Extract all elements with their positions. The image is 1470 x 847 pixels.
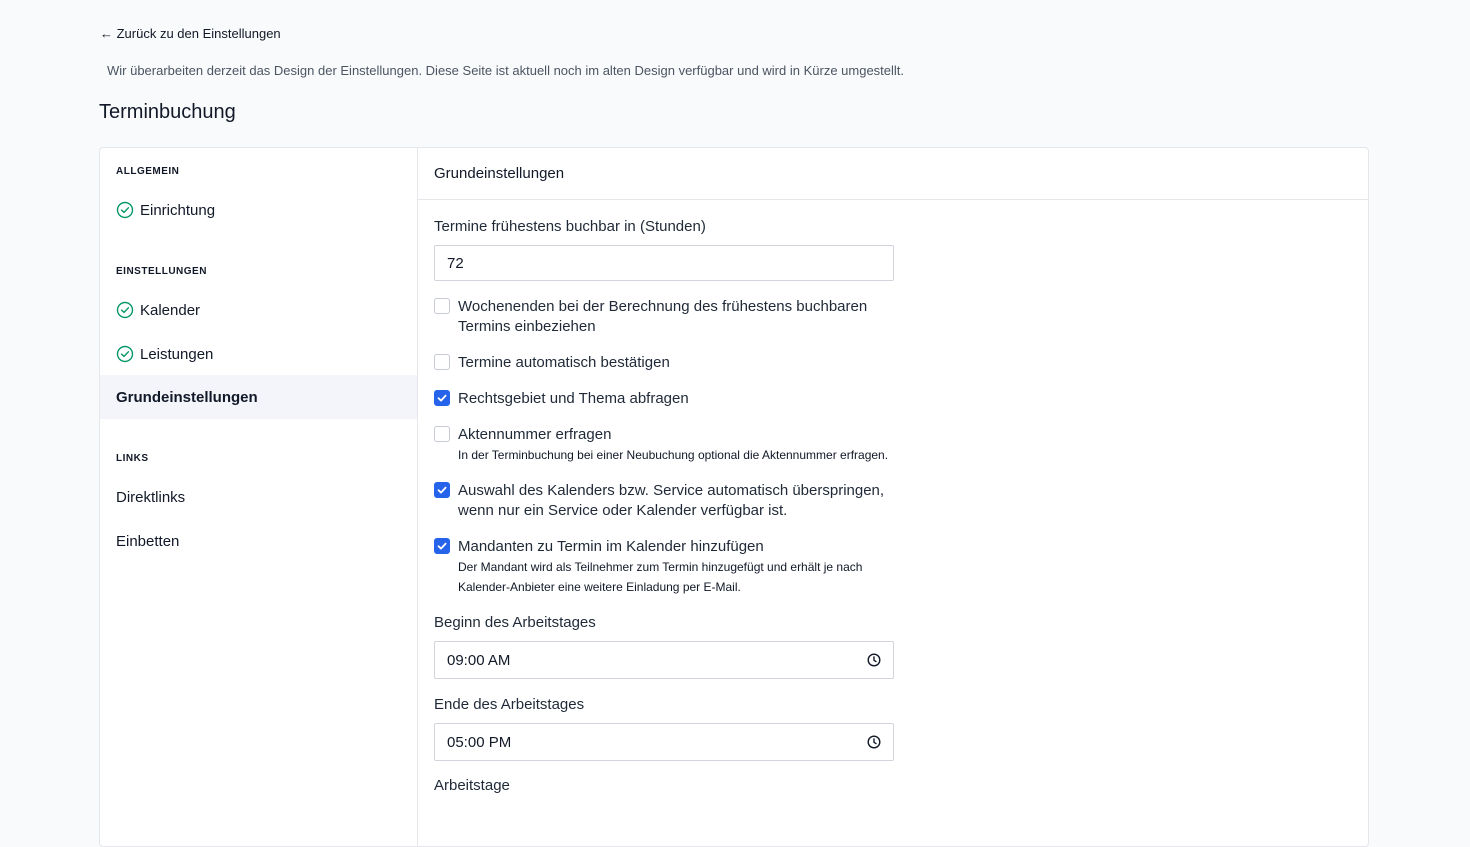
section-label-allgemein: ALLGEMEIN [116, 166, 180, 177]
checkbox-row-weekends: Wochenenden bei der Berechnung des frühe… [434, 297, 904, 337]
settings-main: Grundeinstellungen Termine frühestens bu… [418, 148, 1368, 846]
file-number-checkbox[interactable] [434, 426, 450, 442]
workday-end-input[interactable]: 05:00 PM [434, 723, 894, 761]
time-value: 09:00 AM [447, 651, 511, 669]
sidebar-item-leistungen[interactable]: Leistungen [100, 332, 417, 376]
sidebar-item-label: Grundeinstellungen [116, 388, 258, 406]
checkbox-row-file-number: Aktennummer erfragen In der Terminbuchun… [434, 425, 904, 465]
checkbox-label: Mandanten zu Termin im Kalender hinzufüg… [458, 538, 764, 555]
sidebar-item-direktlinks[interactable]: Direktlinks [100, 475, 417, 519]
section-header: Grundeinstellungen [418, 148, 1368, 200]
check-circle-icon [116, 301, 134, 319]
back-to-settings-link[interactable]: ← Zurück zu den Einstellungen [100, 26, 281, 41]
check-circle-icon [116, 345, 134, 363]
workdays-label: Arbeitstage [434, 777, 510, 794]
sidebar-item-label: Einbetten [116, 532, 180, 550]
earliest-booking-input[interactable]: 72 [434, 245, 894, 281]
checkmark-icon [437, 542, 447, 550]
checkbox-row-skip-selection: Auswahl des Kalenders bzw. Service autom… [434, 481, 904, 521]
checkbox-label: Termine automatisch bestätigen [458, 354, 670, 371]
checkmark-icon [437, 394, 447, 402]
sidebar-item-grundeinstellungen[interactable]: Grundeinstellungen [100, 375, 417, 419]
sidebar-item-kalender[interactable]: Kalender [100, 288, 417, 332]
checkbox-label: Auswahl des Kalenders bzw. Service autom… [458, 482, 885, 519]
earliest-booking-label: Termine frühestens buchbar in (Stunden) [434, 218, 706, 235]
workday-start-label: Beginn des Arbeitstages [434, 614, 596, 631]
clock-icon[interactable] [867, 735, 881, 749]
checkmark-icon [437, 486, 447, 494]
legal-area-checkbox[interactable] [434, 390, 450, 406]
redesign-notice: Wir überarbeiten derzeit das Design der … [107, 63, 905, 78]
checkbox-label: Rechtsgebiet und Thema abfragen [458, 390, 689, 407]
sidebar-item-einbetten[interactable]: Einbetten [100, 519, 417, 563]
checkbox-label: Aktennummer erfragen [458, 426, 612, 443]
checkbox-row-auto-confirm: Termine automatisch bestätigen [434, 353, 904, 373]
sidebar-item-label: Direktlinks [116, 488, 186, 506]
sidebar-item-einrichtung[interactable]: Einrichtung [100, 188, 417, 232]
section-label-einstellungen: EINSTELLUNGEN [116, 266, 207, 277]
workday-start-input[interactable]: 09:00 AM [434, 641, 894, 679]
section-label-links: LINKS [116, 453, 149, 464]
weekends-checkbox[interactable] [434, 298, 450, 314]
clock-icon[interactable] [867, 653, 881, 667]
checkbox-row-add-client: Mandanten zu Termin im Kalender hinzufüg… [434, 537, 904, 597]
workday-end-label: Ende des Arbeitstages [434, 696, 585, 713]
sidebar-item-label: Einrichtung [140, 201, 216, 219]
page-title: Terminbuchung [99, 101, 236, 123]
settings-card: ALLGEMEIN Einrichtung EINSTELLUNGEN Kale… [99, 147, 1369, 847]
skip-selection-checkbox[interactable] [434, 482, 450, 498]
checkbox-help-text: Der Mandant wird als Teilnehmer zum Term… [458, 560, 863, 594]
checkbox-help-text: In der Terminbuchung bei einer Neubuchun… [458, 448, 889, 462]
sidebar-item-label: Leistungen [140, 345, 214, 363]
auto-confirm-checkbox[interactable] [434, 354, 450, 370]
checkbox-row-legal-area: Rechtsgebiet und Thema abfragen [434, 389, 904, 409]
sidebar-item-label: Kalender [140, 301, 201, 319]
time-value: 05:00 PM [447, 733, 512, 751]
checkbox-label: Wochenenden bei der Berechnung des frühe… [458, 298, 868, 335]
check-circle-icon [116, 201, 134, 219]
add-client-checkbox[interactable] [434, 538, 450, 554]
settings-sidebar: ALLGEMEIN Einrichtung EINSTELLUNGEN Kale… [100, 148, 418, 846]
